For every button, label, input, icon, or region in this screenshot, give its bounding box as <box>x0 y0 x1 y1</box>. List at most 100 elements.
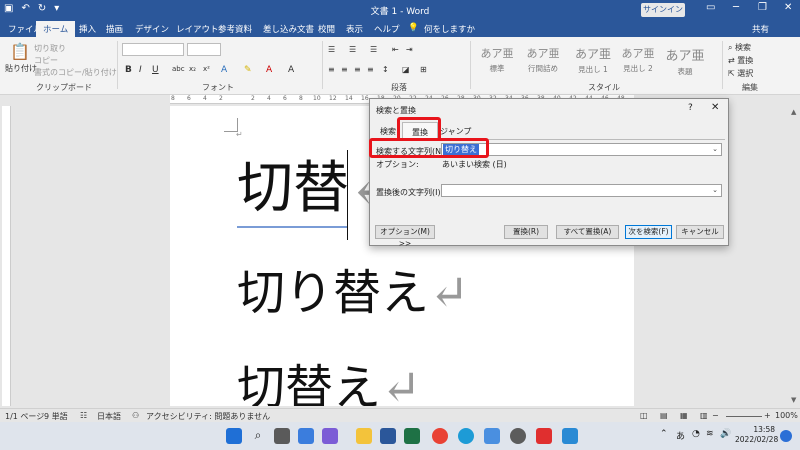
chevron-up-icon[interactable]: ⌃ <box>660 429 668 439</box>
vertical-ruler[interactable] <box>2 106 11 406</box>
tab-view[interactable]: 表示 <box>346 23 363 35</box>
proofing-icon[interactable]: ☷ <box>80 411 87 420</box>
align-left-icon[interactable]: ≡ <box>328 65 335 74</box>
tab-help[interactable]: ヘルプ <box>374 23 400 35</box>
tell-me-search[interactable]: 何をしますか <box>424 23 475 35</box>
select-button[interactable]: ⇱ 選択 <box>728 68 753 79</box>
wifi-icon[interactable]: ≋ <box>706 429 714 439</box>
close-window-icon[interactable]: ✕ <box>784 2 792 13</box>
line-spacing-icon[interactable]: ↕ <box>382 65 389 74</box>
copy-button[interactable]: コピー <box>34 55 58 66</box>
bold-icon[interactable]: B <box>125 65 132 75</box>
chevron-down-icon[interactable]: ⌄ <box>712 186 718 194</box>
find-button[interactable]: ⌕ 検索 <box>728 42 751 53</box>
find-next-button[interactable]: 次を検索(F) <box>625 225 672 239</box>
volume-icon[interactable]: 🔊 <box>720 429 731 439</box>
document-line-2[interactable]: 切り替え↵ <box>237 258 469 328</box>
excel-app-icon[interactable] <box>404 428 420 444</box>
search-icon[interactable]: ⌕ <box>250 428 266 444</box>
outdent-icon[interactable]: ⇥ <box>406 45 413 54</box>
ime-icon[interactable]: ◔ <box>692 429 700 439</box>
help-icon[interactable]: ? <box>688 103 693 113</box>
tab-layout[interactable]: レイアウト <box>176 23 219 35</box>
task-view-icon[interactable] <box>274 428 290 444</box>
web-layout-icon[interactable]: ▥ <box>700 411 708 420</box>
justify-icon[interactable]: ≡ <box>367 65 374 74</box>
vertical-scrollbar[interactable]: ▲ ▼ <box>790 106 800 406</box>
chrome-icon[interactable] <box>432 428 448 444</box>
font-color-icon[interactable]: A <box>266 65 272 75</box>
numbering-icon[interactable]: ☰ <box>349 45 356 54</box>
style-heading-1[interactable]: あア亜 見出し 1 <box>572 43 614 77</box>
align-right-icon[interactable]: ≡ <box>354 65 361 74</box>
tab-draw[interactable]: 描画 <box>106 23 123 35</box>
replace-button[interactable]: 置換(R) <box>504 225 548 239</box>
tab-mailings[interactable]: 差し込み文書 <box>263 23 314 35</box>
page-count[interactable]: 1/1 ページ <box>5 411 44 422</box>
underline-icon[interactable]: U <box>152 65 159 75</box>
shading-icon[interactable]: ◪ <box>402 65 410 74</box>
paste-icon[interactable]: 📋 <box>10 42 30 61</box>
replace-all-button[interactable]: すべて置換(A) <box>556 225 619 239</box>
align-center-icon[interactable]: ≡ <box>341 65 348 74</box>
tab-find[interactable]: 検索 <box>380 126 396 137</box>
notification-icon[interactable] <box>780 430 792 442</box>
tab-goto[interactable]: ジャンプ <box>440 126 471 137</box>
read-mode-icon[interactable]: ▤ <box>660 411 668 420</box>
tab-insert[interactable]: 挿入 <box>79 23 96 35</box>
highlight-icon[interactable]: ✎ <box>244 65 252 75</box>
ime-indicator[interactable]: あ <box>676 429 685 442</box>
cut-button[interactable]: 切り取り <box>34 43 66 54</box>
borders-icon[interactable]: ⊞ <box>420 65 427 74</box>
replace-with-input[interactable]: ⌄ <box>441 184 722 197</box>
file-explorer-icon[interactable] <box>356 428 372 444</box>
style-title[interactable]: あア亜 表題 <box>664 43 706 77</box>
accessibility-status[interactable]: アクセシビリティ: 問題ありません <box>146 411 270 422</box>
style-no-spacing[interactable]: あア亜 行間詰め <box>522 43 564 77</box>
edge-icon[interactable] <box>458 428 474 444</box>
focus-icon[interactable]: ◫ <box>640 411 648 420</box>
widgets-icon[interactable] <box>298 428 314 444</box>
word-app-icon[interactable] <box>380 428 396 444</box>
share-button[interactable]: 共有 <box>752 23 769 35</box>
style-heading-2[interactable]: あア亜 見出し 2 <box>617 43 659 77</box>
format-painter-button[interactable]: 書式のコピー/貼り付け <box>34 67 117 78</box>
text-effects-icon[interactable]: A <box>221 65 227 75</box>
chevron-down-icon[interactable]: ⌄ <box>712 145 718 153</box>
strikethrough-icon[interactable]: abc <box>172 65 185 73</box>
tab-review[interactable]: 校閲 <box>318 23 335 35</box>
scroll-up-icon[interactable]: ▲ <box>791 108 796 116</box>
superscript-icon[interactable]: x² <box>203 65 210 73</box>
font-size-box[interactable] <box>187 43 221 56</box>
indent-icon[interactable]: ⇤ <box>392 45 399 54</box>
paste-button[interactable]: 貼り付け <box>5 63 37 74</box>
zoom-slider[interactable] <box>726 416 762 417</box>
language-status[interactable]: 日本語 <box>97 411 121 422</box>
tab-home[interactable]: ホーム <box>36 21 76 37</box>
minimize-icon[interactable]: ─ <box>733 2 739 13</box>
start-icon[interactable] <box>226 428 242 444</box>
app-icon[interactable] <box>510 428 526 444</box>
zoom-out-icon[interactable]: − <box>712 411 719 420</box>
font-name-box[interactable] <box>122 43 184 56</box>
app-icon[interactable] <box>536 428 552 444</box>
signin-button[interactable]: サインイン <box>641 3 685 17</box>
cancel-button[interactable]: キャンセル <box>676 225 724 239</box>
chat-icon[interactable] <box>322 428 338 444</box>
zoom-level[interactable]: 100% <box>775 411 798 420</box>
store-icon[interactable] <box>484 428 500 444</box>
scroll-down-icon[interactable]: ▼ <box>791 396 796 404</box>
ribbon-display-icon[interactable]: ▭ <box>706 2 715 13</box>
char-shading-icon[interactable]: A <box>288 65 294 75</box>
multilevel-list-icon[interactable]: ☰ <box>370 45 377 54</box>
word-count[interactable]: 9 単語 <box>44 411 68 422</box>
subscript-icon[interactable]: x₂ <box>189 65 196 73</box>
italic-icon[interactable]: I <box>139 65 142 75</box>
zoom-in-icon[interactable]: + <box>764 411 771 420</box>
app-icon[interactable] <box>562 428 578 444</box>
replace-button[interactable]: ⇄ 置換 <box>728 55 753 66</box>
tab-references[interactable]: 参考資料 <box>218 23 252 35</box>
close-icon[interactable]: ✕ <box>711 102 719 113</box>
print-layout-icon[interactable]: ▦ <box>680 411 688 420</box>
options-button[interactable]: オプション(M) >> <box>375 225 435 248</box>
